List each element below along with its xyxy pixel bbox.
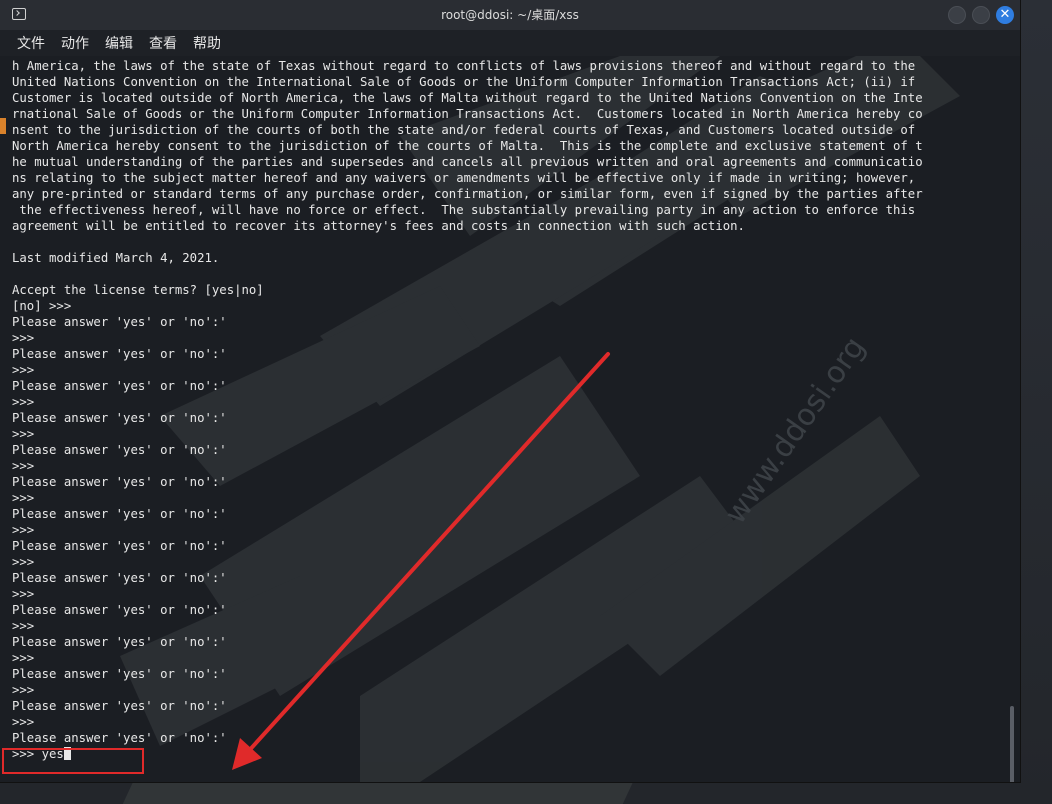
terminal-line: Last modified March 4, 2021. — [12, 251, 220, 265]
terminal-line: Please answer 'yes' or 'no':' — [12, 731, 227, 745]
terminal-line: he mutual understanding of the parties a… — [12, 155, 923, 169]
minimize-button[interactable] — [948, 6, 966, 24]
terminal-line: >>> — [12, 523, 35, 537]
terminal-line: agreement will be entitled to recover it… — [12, 219, 745, 233]
terminal-line: >>> — [12, 459, 35, 473]
terminal-line: >>> — [12, 491, 35, 505]
terminal-line: any pre-printed or standard terms of any… — [12, 187, 923, 201]
terminal-line: Please answer 'yes' or 'no':' — [12, 699, 227, 713]
annotation-box — [2, 748, 144, 774]
terminal-line: North America hereby consent to the juri… — [12, 139, 923, 153]
maximize-button[interactable] — [972, 6, 990, 24]
terminal-line: [no] >>> — [12, 299, 72, 313]
terminal-line: >>> — [12, 427, 35, 441]
terminal-line: >>> — [12, 715, 35, 729]
terminal-line: >>> — [12, 683, 35, 697]
terminal-line: Please answer 'yes' or 'no':' — [12, 347, 227, 361]
terminal-line: >>> — [12, 555, 35, 569]
title-bar[interactable]: root@ddosi: ~/桌面/xss ✕ — [0, 0, 1020, 30]
terminal-line: Customer is located outside of North Ame… — [12, 91, 923, 105]
terminal-line: >>> — [12, 395, 35, 409]
menu-view[interactable]: 查看 — [149, 33, 177, 53]
terminal-area[interactable]: www.ddosi.org h America, the laws of the… — [0, 56, 1020, 782]
terminal-line: >>> — [12, 587, 35, 601]
terminal-line: rnational Sale of Goods or the Uniform C… — [12, 107, 923, 121]
terminal-output: h America, the laws of the state of Texa… — [12, 58, 1002, 762]
terminal-line: Please answer 'yes' or 'no':' — [12, 635, 227, 649]
terminal-window: root@ddosi: ~/桌面/xss ✕ 文件 动作 编辑 查看 帮助 ww… — [0, 0, 1020, 782]
terminal-line: United Nations Convention on the Interna… — [12, 75, 916, 89]
menu-file[interactable]: 文件 — [17, 33, 45, 53]
close-icon: ✕ — [999, 7, 1011, 22]
terminal-line: >>> — [12, 651, 35, 665]
close-button[interactable]: ✕ — [996, 6, 1014, 24]
terminal-line: Please answer 'yes' or 'no':' — [12, 539, 227, 553]
terminal-line: h America, the laws of the state of Texa… — [12, 59, 916, 73]
menu-edit[interactable]: 编辑 — [105, 33, 133, 53]
terminal-line: >>> — [12, 363, 35, 377]
window-title: root@ddosi: ~/桌面/xss — [441, 8, 579, 22]
menu-help[interactable]: 帮助 — [193, 33, 221, 53]
terminal-line: Please answer 'yes' or 'no':' — [12, 507, 227, 521]
menu-action[interactable]: 动作 — [61, 33, 89, 53]
terminal-line: Please answer 'yes' or 'no':' — [12, 315, 227, 329]
terminal-line: Please answer 'yes' or 'no':' — [12, 443, 227, 457]
terminal-line: Please answer 'yes' or 'no':' — [12, 379, 227, 393]
highlight-marker — [0, 118, 6, 134]
terminal-line: Accept the license terms? [yes|no] — [12, 283, 264, 297]
menu-bar: 文件 动作 编辑 查看 帮助 — [0, 30, 1020, 54]
terminal-line: nsent to the jurisdiction of the courts … — [12, 123, 916, 137]
scrollbar[interactable] — [1010, 706, 1014, 782]
terminal-line: Please answer 'yes' or 'no':' — [12, 475, 227, 489]
terminal-line: Please answer 'yes' or 'no':' — [12, 667, 227, 681]
terminal-line: ns relating to the subject matter hereof… — [12, 171, 916, 185]
terminal-line: Please answer 'yes' or 'no':' — [12, 571, 227, 585]
terminal-line: Please answer 'yes' or 'no':' — [12, 411, 227, 425]
terminal-line: the effectiveness hereof, will have no f… — [12, 203, 916, 217]
terminal-line: >>> — [12, 619, 35, 633]
terminal-line: >>> — [12, 331, 35, 345]
terminal-line: Please answer 'yes' or 'no':' — [12, 603, 227, 617]
prompt-line[interactable]: >>> yes — [12, 746, 1002, 762]
